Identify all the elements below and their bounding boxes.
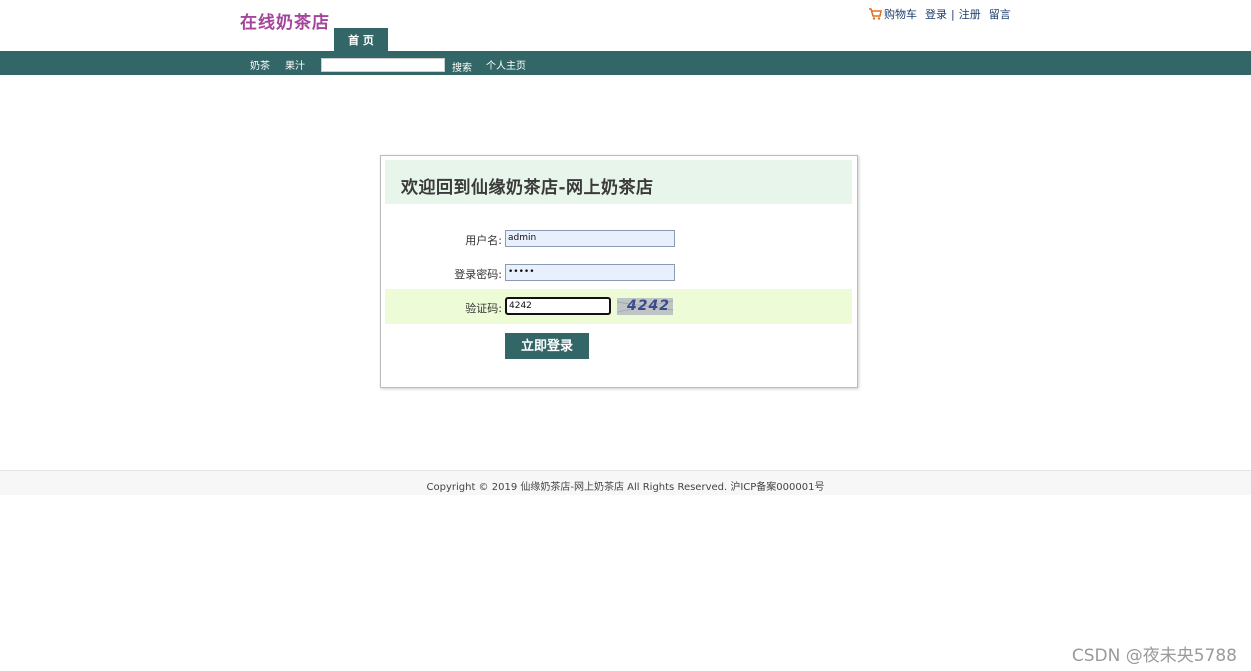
search-input[interactable] (321, 58, 445, 72)
tab-home[interactable]: 首 页 (334, 28, 388, 51)
register-link[interactable]: 注册 (959, 6, 981, 22)
cart-link[interactable]: 购物车 (884, 6, 917, 22)
captcha-image[interactable]: 4242 (617, 298, 673, 315)
link-separator: | (951, 7, 955, 21)
username-label: 用户名: (465, 234, 502, 247)
top-links: 购物车 登录 | 注册 留言 (868, 6, 1011, 22)
captcha-field[interactable]: 4242 (505, 297, 611, 315)
footer-copyright: Copyright © 2019 仙缘奶茶店-网上奶茶店 All Rights … (426, 482, 825, 493)
nav-item-juice[interactable]: 果汁 (285, 57, 305, 72)
password-label: 登录密码: (454, 268, 502, 281)
login-link[interactable]: 登录 (925, 6, 947, 22)
login-title: 欢迎回到仙缘奶茶店-网上奶茶店 (401, 178, 654, 198)
nav-bar: 奶茶 果汁 搜索 个人主页 (0, 51, 1251, 75)
login-header: 欢迎回到仙缘奶茶店-网上奶茶店 (385, 160, 852, 204)
site-logo[interactable]: 在线奶茶店 (240, 8, 330, 33)
captcha-label: 验证码: (465, 302, 502, 315)
username-row: 用户名: admin (385, 221, 852, 256)
login-submit-button[interactable]: 立即登录 (505, 333, 589, 359)
footer: Copyright © 2019 仙缘奶茶店-网上奶茶店 All Rights … (0, 470, 1251, 495)
username-field[interactable]: admin (505, 230, 675, 247)
watermark: CSDN @夜未央5788 (1071, 646, 1237, 666)
password-row: 登录密码: ••••• (385, 255, 852, 290)
cart-icon[interactable] (868, 8, 882, 20)
nav-item-profile[interactable]: 个人主页 (486, 57, 526, 72)
captcha-text: 4242 (627, 298, 670, 314)
message-link[interactable]: 留言 (989, 6, 1011, 22)
login-box: 欢迎回到仙缘奶茶店-网上奶茶店 用户名: admin 登录密码: ••••• 验… (380, 155, 858, 388)
password-field[interactable]: ••••• (505, 264, 675, 281)
captcha-row: 验证码: 4242 4242 (385, 289, 852, 324)
search-button[interactable]: 搜索 (452, 59, 472, 74)
nav-item-milk-tea[interactable]: 奶茶 (250, 57, 270, 72)
